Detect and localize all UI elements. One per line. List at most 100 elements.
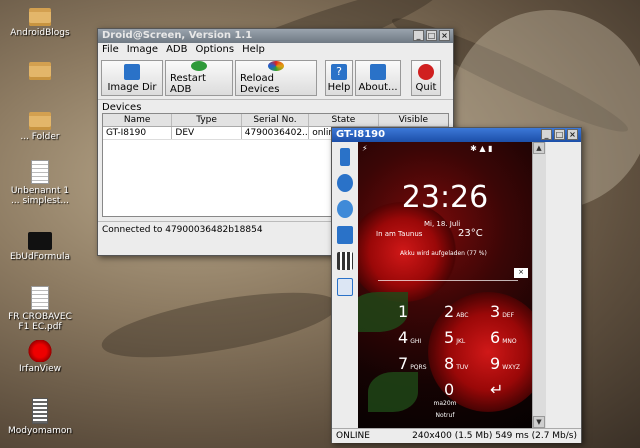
keypad-key[interactable]: ↵: [490, 380, 505, 399]
main-titlebar[interactable]: Droid@Screen, Version 1.1 _ □ ×: [98, 29, 453, 43]
doc-icon: [31, 160, 49, 184]
refresh-icon: [191, 61, 207, 71]
col-visible[interactable]: Visible: [379, 114, 448, 126]
minimize-button[interactable]: _: [541, 129, 552, 140]
folder-icon: [124, 63, 140, 80]
devices-table-header: Name Type Serial No. State Visible: [103, 114, 448, 127]
desktop-icon-label: FR CROBAVEC F1 EC.pdf: [8, 312, 72, 332]
desktop-icon-label: AndroidBlogs: [10, 28, 70, 38]
emergency-call-button[interactable]: Notruf: [358, 412, 532, 419]
col-serial[interactable]: Serial No.: [242, 114, 310, 126]
close-button[interactable]: ×: [439, 30, 450, 41]
desktop-icon[interactable]: Modyomamon: [8, 398, 72, 436]
device-transfer-info: 240x400 (1.5 Mb) 549 ms (2.7 Mb/s): [412, 431, 577, 441]
cell-serial: 4790036402...: [242, 127, 310, 139]
keypad-key[interactable]: 5 JKL: [444, 328, 465, 347]
dark-icon: [28, 232, 52, 250]
desktop-icon-label: EbUdFormula: [9, 252, 71, 262]
keypad-key[interactable]: 0: [444, 380, 456, 399]
col-state[interactable]: State: [309, 114, 379, 126]
folder-icon: [29, 62, 51, 80]
desktop-icon[interactable]: [8, 62, 72, 82]
key-digit: 1: [398, 302, 409, 321]
device-screen[interactable]: ⚡ ✱ ▲ ▮ 23:26 Mi, 18. Juli In am Taunus …: [358, 142, 532, 428]
cell-type: DEV: [172, 127, 242, 139]
key-letters: TUV: [456, 364, 469, 371]
device-scrollbar[interactable]: ▲ ▼: [532, 142, 546, 428]
keypad-key[interactable]: 2 ABC: [444, 302, 469, 321]
key-digit: 5: [444, 328, 455, 347]
device-state: ONLINE: [336, 431, 370, 441]
scroll-up-arrow[interactable]: ▲: [533, 142, 545, 154]
col-name[interactable]: Name: [103, 114, 173, 126]
keypad-key[interactable]: 7 PQRS: [398, 354, 427, 373]
key-letters: DEF: [502, 312, 515, 319]
devices-label: Devices: [102, 102, 142, 113]
phone-icon[interactable]: [340, 148, 350, 166]
menu-file[interactable]: File: [102, 44, 119, 56]
backspace-icon[interactable]: ×: [514, 268, 528, 278]
key-letters: GHI: [410, 338, 422, 345]
menu-adb[interactable]: ADB: [166, 44, 187, 56]
device-titlebar[interactable]: GT-I8190 _ □ ×: [332, 128, 581, 142]
close-button[interactable]: ×: [567, 129, 578, 140]
keypad-key[interactable]: 1: [398, 302, 410, 321]
lock-carrier: ma20m: [433, 400, 457, 407]
key-digit: 6: [490, 328, 501, 347]
key-letters: ABC: [456, 312, 469, 319]
image-dir-button[interactable]: Image Dir: [101, 60, 163, 96]
camera-icon[interactable]: [337, 226, 353, 244]
keypad-key[interactable]: 4 GHI: [398, 328, 421, 347]
keypad-key[interactable]: 6 MNO: [490, 328, 517, 347]
desktop-icon[interactable]: IrfanView: [8, 340, 72, 374]
menu-image[interactable]: Image: [127, 44, 158, 56]
menubar: File Image ADB Options Help: [98, 43, 453, 57]
help-button[interactable]: ? Help: [325, 60, 353, 96]
key-letters: JKL: [456, 338, 466, 345]
document-icon[interactable]: [337, 278, 353, 296]
desktop-icon-label: ... Folder: [20, 132, 60, 142]
toolbar: Image Dir Restart ADB Reload Devices ? H…: [98, 57, 453, 100]
col-type[interactable]: Type: [172, 114, 242, 126]
reload-devices-button[interactable]: Reload Devices: [235, 60, 317, 96]
about-icon: [370, 63, 386, 80]
video-icon[interactable]: [337, 252, 353, 270]
device-window-title: GT-I8190: [336, 129, 386, 140]
restart-adb-button[interactable]: Restart ADB: [165, 60, 233, 96]
key-digit: 8: [444, 354, 455, 373]
maximize-button[interactable]: □: [426, 30, 437, 41]
desktop-icon[interactable]: ... Folder: [8, 112, 72, 142]
key-letters: MNO: [502, 338, 517, 345]
desktop-icon[interactable]: FR CROBAVEC F1 EC.pdf: [8, 286, 72, 332]
keypad-key[interactable]: 9 WXYZ: [490, 354, 520, 373]
scroll-down-arrow[interactable]: ▼: [533, 416, 545, 428]
folder-icon: [29, 112, 51, 130]
desktop-icon[interactable]: Unbenannt 1 ... simplest...: [8, 160, 72, 206]
key-letters: PQRS: [410, 364, 427, 371]
keypad-key[interactable]: [398, 380, 400, 399]
key-digit: 3: [490, 302, 501, 321]
keypad-key[interactable]: 8 TUV: [444, 354, 468, 373]
zoom-icon[interactable]: [337, 200, 353, 218]
help-icon: ?: [331, 63, 347, 80]
desktop-icon-label: Modyomamon: [8, 426, 73, 436]
key-digit: 4: [398, 328, 409, 347]
folder-icon: [29, 8, 51, 26]
lock-time: 23:26: [401, 180, 489, 215]
lock-date: Mi, 18. Juli: [424, 220, 461, 228]
lock-location: In am Taunus: [376, 230, 423, 238]
maximize-button[interactable]: □: [554, 129, 565, 140]
key-digit: 2: [444, 302, 455, 321]
doc-icon: [31, 286, 49, 310]
about-button[interactable]: About...: [355, 60, 401, 96]
keypad-key[interactable]: 3 DEF: [490, 302, 514, 321]
desktop-icon[interactable]: EbUdFormula: [8, 232, 72, 262]
minimize-button[interactable]: _: [413, 30, 424, 41]
menu-help[interactable]: Help: [242, 44, 265, 56]
quit-button[interactable]: Quit: [411, 60, 441, 96]
desktop-icon[interactable]: AndroidBlogs: [8, 8, 72, 38]
menu-options[interactable]: Options: [195, 44, 234, 56]
reload-icon: [268, 61, 284, 71]
key-digit: 0: [444, 380, 455, 399]
rotate-icon[interactable]: [337, 174, 353, 192]
